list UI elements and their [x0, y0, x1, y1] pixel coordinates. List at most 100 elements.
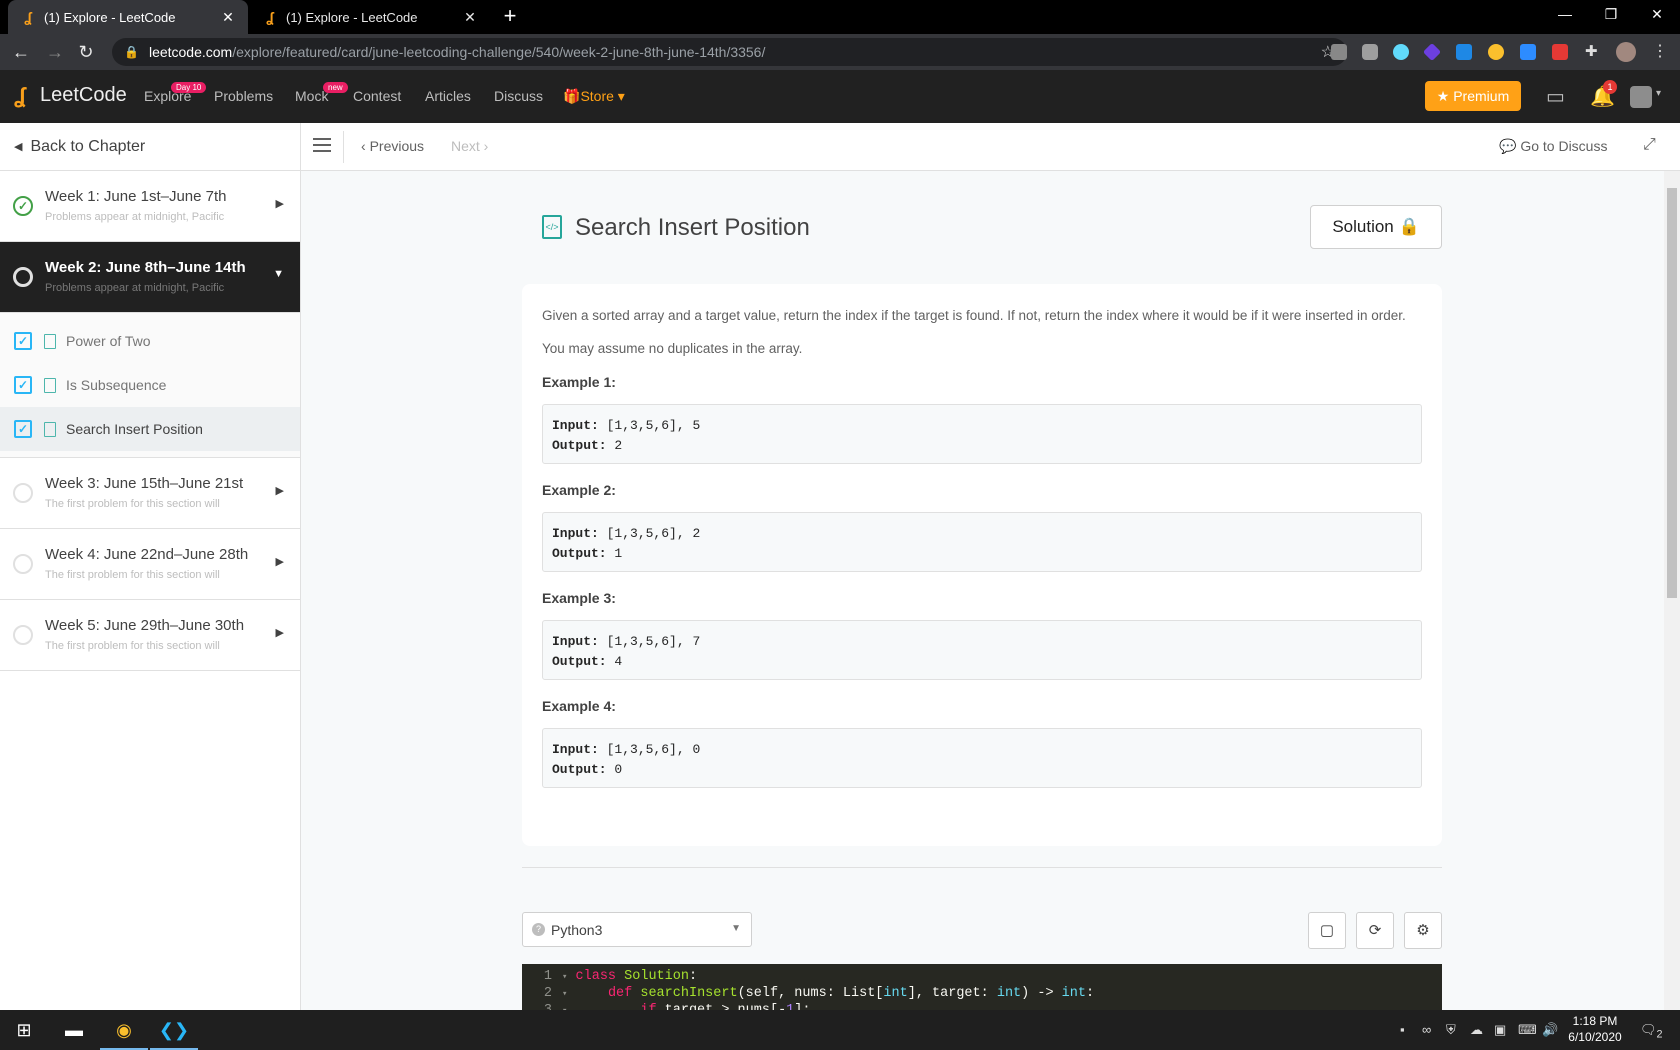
extension-chart-icon[interactable] [1331, 44, 1347, 60]
output-label: Output: [552, 762, 607, 777]
chapter-week-2[interactable]: Week 2: June 8th–June 14th Problems appe… [0, 242, 300, 313]
extension-s-icon[interactable] [1456, 44, 1472, 60]
empty-circle-icon [13, 625, 33, 645]
chrome-icon[interactable]: ◉ [100, 1010, 148, 1050]
divider [522, 867, 1442, 868]
language-select[interactable]: ? Python3 ▼ [522, 912, 752, 947]
nav-contest[interactable]: Contest [353, 88, 401, 104]
comments-icon: 💬 [1499, 138, 1521, 154]
volume-icon[interactable]: 🔊 [1542, 1022, 1558, 1038]
tray-link-icon[interactable]: ∞ [1422, 1022, 1431, 1037]
list-item[interactable]: ✓ Search Insert Position [0, 407, 300, 451]
restore-icon[interactable]: ❐ [1588, 0, 1634, 30]
vertical-scrollbar[interactable] [1664, 171, 1680, 1010]
windows-start-icon[interactable]: ⊞ [0, 1010, 48, 1050]
chapter-week-5[interactable]: Week 5: June 29th–June 30th The first pr… [0, 600, 300, 671]
extension-camera-icon[interactable] [1362, 44, 1378, 60]
reset-code-button[interactable]: ⟳ [1356, 912, 1394, 949]
chapter-subtitle: Problems appear at midnight, Pacific [45, 282, 225, 294]
example-input: [1,3,5,6], 2 [606, 526, 701, 541]
action-center-count: 2 [1656, 1028, 1663, 1041]
chapter-week-3[interactable]: Week 3: June 15th–June 21st The first pr… [0, 458, 300, 529]
system-clock[interactable]: 1:18 PM 6/10/2020 [1565, 1013, 1625, 1045]
chapter-week-4[interactable]: Week 4: June 22nd–June 28th The first pr… [0, 529, 300, 600]
solution-button[interactable]: Solution 🔒 [1310, 205, 1442, 249]
chapter-title: Week 5: June 29th–June 30th [45, 617, 245, 634]
tray-monitor-icon[interactable]: ▣ [1494, 1022, 1506, 1038]
url-field[interactable]: 🔒 leetcode.com /explore/featured/card/ju… [112, 38, 1347, 66]
code-editor[interactable]: 1 ▾ class Solution: 2 ▾ def searchInsert(s… [522, 964, 1442, 1010]
code-doc-icon [44, 333, 56, 349]
list-item[interactable]: ✓ Power of Two [0, 319, 300, 363]
nav-discuss[interactable]: Discuss [494, 88, 543, 104]
code-template-button[interactable]: ▢ [1308, 912, 1346, 949]
problem-toolbar: ‹ Previous Next › 💬 Go to Discuss ⤢ [301, 123, 1680, 171]
output-label: Output: [552, 546, 607, 561]
extension-react-icon[interactable] [1393, 44, 1409, 60]
expand-icon[interactable]: ⤢ [1643, 136, 1656, 154]
reload-icon[interactable]: ↻ [74, 41, 98, 63]
extension-chrome-icon[interactable] [1488, 44, 1504, 60]
nav-problems[interactable]: Problems [214, 88, 273, 104]
clock-time: 1:18 PM [1572, 1014, 1618, 1028]
tab-title: (1) Explore - LeetCode [286, 9, 418, 25]
example-output: 1 [614, 546, 623, 561]
browser-tab[interactable]: ʆ (1) Explore - LeetCode ✕ [250, 0, 490, 34]
line-number: 2 [543, 986, 552, 1001]
window-close-icon[interactable]: ✕ [1634, 0, 1680, 30]
vscode-icon[interactable]: ❮❯ [150, 1010, 198, 1050]
input-label: Input: [552, 634, 599, 649]
minimize-icon[interactable]: — [1542, 0, 1588, 30]
list-item[interactable]: ✓ Is Subsequence [0, 363, 300, 407]
new-tab-icon[interactable]: + [498, 5, 522, 27]
item-label: Is Subsequence [66, 377, 167, 393]
extension-zoom-icon[interactable] [1520, 44, 1536, 60]
shield-icon[interactable]: ⛨ [1446, 1022, 1456, 1038]
network-icon[interactable]: ⌨ [1518, 1022, 1537, 1038]
terminal-icon[interactable]: ▬ [50, 1010, 98, 1050]
next-label: Next [451, 138, 480, 154]
output-label: Output: [552, 438, 607, 453]
url-path: /explore/featured/card/june-leetcoding-c… [232, 44, 766, 60]
leetcode-logo[interactable]: ʆ LeetCode [14, 83, 127, 108]
example-output: 0 [614, 762, 623, 777]
premium-button[interactable]: ★ Premium [1425, 81, 1521, 111]
close-icon[interactable]: ✕ [220, 9, 236, 26]
playground-icon[interactable]: ▭ [1546, 84, 1565, 109]
tray-app-icon[interactable]: ▪ [1400, 1022, 1405, 1037]
example-block: Input: [1,3,5,6], 5 Output: 2 [542, 404, 1422, 464]
chapter-title: Week 2: June 8th–June 14th [45, 259, 246, 276]
nav-articles[interactable]: Articles [425, 88, 471, 104]
onedrive-icon[interactable]: ☁ [1470, 1022, 1483, 1038]
profile-avatar[interactable] [1616, 42, 1636, 62]
action-center-icon[interactable]: 🗨2 [1640, 1022, 1663, 1041]
caret-right-icon: ▶ [275, 627, 284, 639]
url-host: leetcode.com [148, 44, 233, 60]
extensions-puzzle-icon[interactable]: ✚ [1585, 44, 1601, 60]
gear-icon: ⚙ [1416, 922, 1430, 939]
extension-calendar-icon[interactable] [1552, 44, 1568, 60]
previous-button[interactable]: ‹ Previous [361, 138, 424, 154]
go-to-discuss-button[interactable]: 💬 Go to Discuss [1499, 138, 1607, 155]
close-icon[interactable]: ✕ [462, 9, 478, 26]
browser-tab[interactable]: ʆ (1) Explore - LeetCode ✕ [8, 0, 248, 34]
leetcode-logo-icon: ʆ [14, 83, 26, 108]
back-arrow-icon[interactable]: ← [9, 41, 33, 63]
code-doc-icon [44, 377, 56, 393]
extension-diamond-icon[interactable] [1422, 42, 1442, 62]
forward-arrow-icon[interactable]: → [43, 41, 67, 63]
kebab-menu-icon[interactable]: ⋮ [1652, 44, 1668, 60]
example-label: Example 3: [542, 590, 616, 606]
scrollbar-thumb[interactable] [1667, 188, 1677, 598]
nav-store[interactable]: 🎁Store ▾ [563, 88, 625, 105]
avatar[interactable] [1630, 86, 1652, 108]
back-to-chapter-button[interactable]: ◀ Back to Chapter [0, 123, 300, 171]
chapter-item-list: ✓ Power of Two ✓ Is Subsequence ✓ Search… [0, 313, 300, 458]
solution-label: Solution [1332, 217, 1394, 236]
chevron-down-icon[interactable]: ▾ [1656, 88, 1661, 99]
next-button[interactable]: Next › [451, 138, 488, 154]
hamburger-icon[interactable] [313, 138, 331, 156]
chapter-week-1[interactable]: ✓ Week 1: June 1st–June 7th Problems app… [0, 171, 300, 242]
editor-settings-button[interactable]: ⚙ [1404, 912, 1442, 949]
chapter-sidebar: ◀ Back to Chapter ✓ Week 1: June 1st–Jun… [0, 123, 301, 1010]
